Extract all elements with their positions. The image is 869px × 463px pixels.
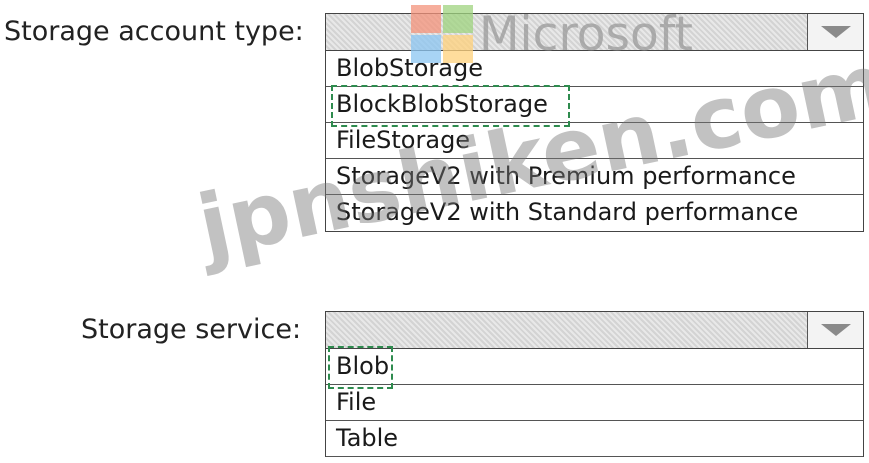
storage-service-options: Blob File Table	[325, 346, 864, 457]
storage-account-type-label: Storage account type:	[4, 16, 304, 47]
option-storagev2-standard[interactable]: StorageV2 with Standard performance	[326, 195, 863, 231]
option-blob[interactable]: Blob	[326, 346, 863, 389]
storage-account-type-dropdown[interactable]: BlobStorage BlockBlobStorage FileStorage…	[325, 13, 864, 232]
option-filestorage[interactable]: FileStorage	[326, 123, 863, 159]
option-storagev2-premium[interactable]: StorageV2 with Premium performance	[326, 159, 863, 195]
option-blobstorage[interactable]: BlobStorage	[326, 51, 863, 87]
storage-service-dropdown-button[interactable]	[807, 312, 863, 348]
option-table[interactable]: Table	[326, 421, 863, 457]
chevron-down-icon	[821, 26, 851, 38]
option-file[interactable]: File	[326, 385, 863, 421]
chevron-down-icon	[821, 324, 851, 336]
storage-service-select[interactable]	[325, 311, 864, 349]
storage-account-type-dropdown-button[interactable]	[807, 14, 863, 50]
storage-account-type-options: BlobStorage BlockBlobStorage FileStorage…	[325, 51, 864, 232]
option-blockblobstorage[interactable]: BlockBlobStorage	[326, 85, 863, 127]
storage-service-label: Storage service:	[81, 314, 302, 345]
storage-service-dropdown[interactable]: Blob File Table	[325, 311, 864, 457]
storage-account-type-select[interactable]	[325, 13, 864, 51]
